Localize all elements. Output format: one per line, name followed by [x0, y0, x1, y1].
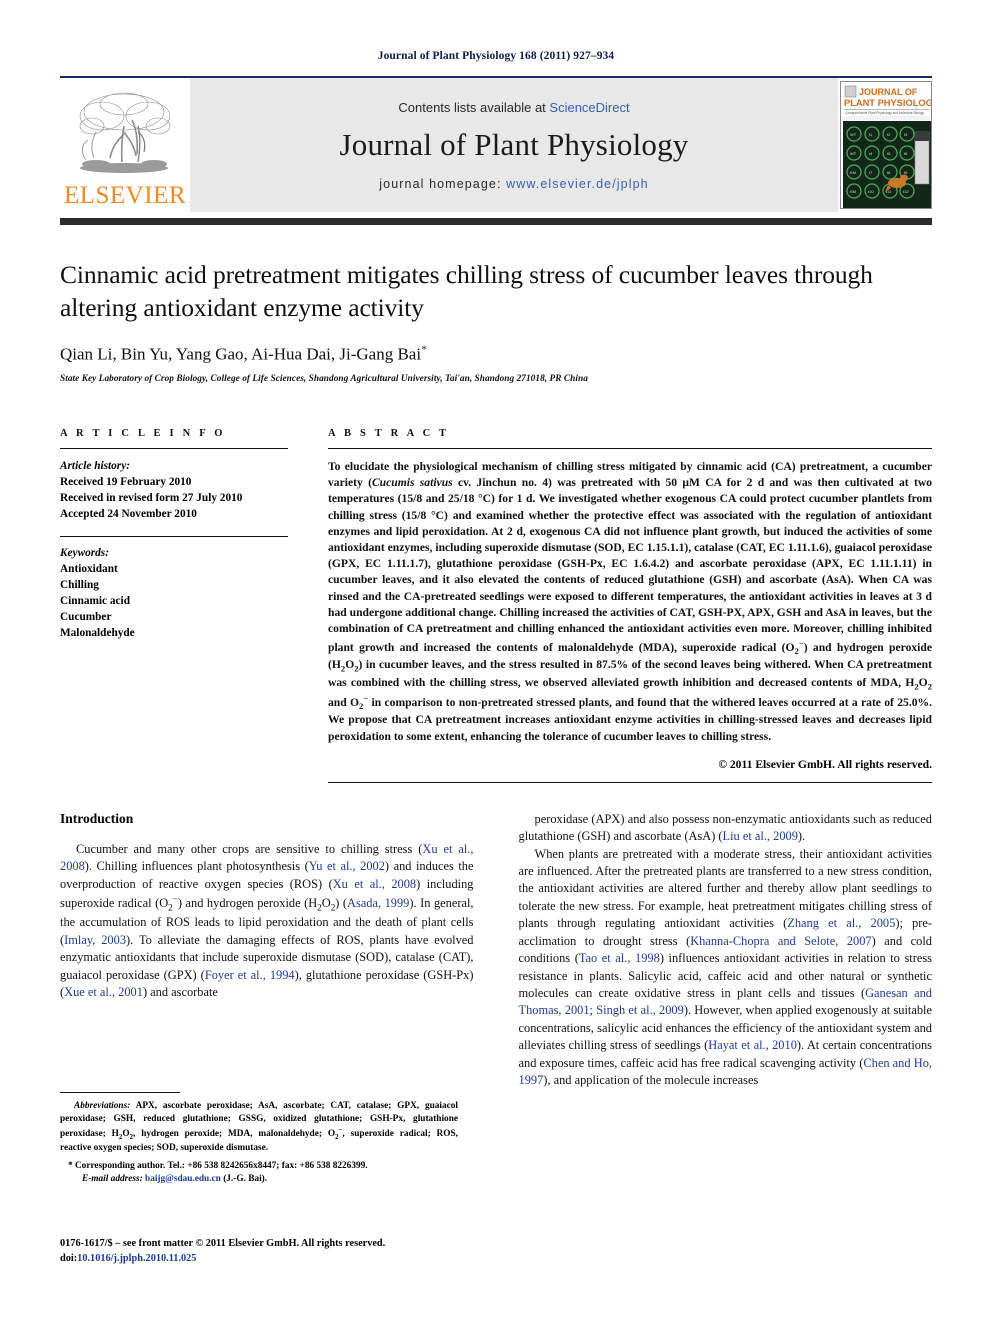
svg-text:t10: t10 [868, 189, 874, 194]
masthead: ELSEVIER Contents lists available at Sci… [60, 78, 932, 212]
page-title: Cinnamic acid pretreatment mitigates chi… [60, 260, 873, 322]
elsevier-tree-icon [79, 92, 171, 173]
running-head: Journal of Plant Physiology 168 (2011) 9… [377, 50, 615, 62]
footnote-block: Abbreviations: APX, ascorbate peroxidase… [60, 1092, 458, 1187]
article-history: Article history: Received 19 February 20… [60, 458, 288, 522]
keywords-rule [60, 536, 288, 538]
paper-page: Journal of Plant Physiology 168 (2011) 9… [0, 0, 992, 1323]
journal-homepage-line: journal homepage: www.elsevier.de/jplph [379, 177, 648, 191]
svg-text:JOURNAL OF: JOURNAL OF [859, 87, 918, 97]
article-info-rule [60, 447, 288, 449]
svg-text:WT: WT [850, 151, 857, 156]
frontmatter-line: 0176-1617/$ – see front matter © 2011 El… [60, 1238, 386, 1249]
homepage-prefix: journal homepage: [379, 176, 507, 191]
cover-artwork-icon: JOURNAL OF PLANT PHYSIOLOGY Comprehensiv… [841, 82, 932, 208]
history-revised: Received in revised form 27 July 2010 [60, 491, 243, 504]
abbreviations-label: Abbreviations: [74, 1101, 131, 1111]
keyword-item: Chilling [60, 579, 99, 592]
title-block: Cinnamic acid pretreatment mitigates chi… [60, 259, 932, 384]
history-received: Received 19 February 2010 [60, 475, 192, 488]
intro-paragraph-right-1: peroxidase (APX) and also possess non-en… [518, 811, 933, 844]
svg-text:Comprehensive Plant Physiology: Comprehensive Plant Physiology and Molec… [845, 111, 924, 115]
doi-label: doi: [60, 1252, 78, 1264]
masthead-bottom-rule [60, 218, 932, 225]
history-accepted: Accepted 24 November 2010 [60, 508, 197, 520]
copyright-notice: © 2011 Elsevier GmbH. All rights reserve… [718, 757, 932, 771]
svg-text:KM: KM [850, 189, 856, 194]
affiliation: State Key Laboratory of Crop Biology, Co… [60, 373, 588, 384]
keyword-item: Cucumber [60, 611, 112, 624]
info-abstract-row: A R T I C L E I N F O Article history: R… [60, 428, 932, 783]
frontmatter-block: 0176-1617/$ – see front matter © 2011 El… [60, 1237, 490, 1266]
sciencedirect-link[interactable]: ScienceDirect [549, 100, 629, 115]
contents-available-line: Contents lists available at ScienceDirec… [398, 100, 629, 115]
journal-title: Journal of Plant Physiology [339, 126, 689, 162]
keywords-label: Keywords: [60, 547, 109, 560]
corresponding-author-note: * Corresponding author. Tel.: +86 538 82… [68, 1160, 368, 1171]
introduction-heading: Introduction [60, 810, 134, 826]
column-right: peroxidase (APX) and also possess non-en… [519, 811, 933, 1090]
svg-text:WT: WT [850, 132, 857, 137]
corresponding-author-marker: * [421, 342, 428, 357]
elsevier-logo: ELSEVIER [60, 78, 190, 212]
article-info-column: A R T I C L E I N F O Article history: R… [60, 428, 288, 783]
doi-link[interactable]: 10.1016/j.jplph.2010.11.025 [77, 1253, 196, 1264]
cover-image: JOURNAL OF PLANT PHYSIOLOGY Comprehensiv… [840, 81, 932, 209]
journal-cover-thumbnail: JOURNAL OF PLANT PHYSIOLOGY Comprehensiv… [838, 78, 932, 212]
email-link[interactable]: baijg@sdau.edu.cn [145, 1174, 221, 1184]
email-address-label: E-mail address: [82, 1174, 143, 1185]
abstract-bottom-rule [328, 781, 932, 783]
article-history-label: Article history: [60, 459, 130, 472]
journal-homepage-link[interactable]: www.elsevier.de/jplph [506, 177, 649, 191]
abstract-rule [328, 447, 932, 449]
footnote-rule [60, 1092, 180, 1093]
abstract-text: To elucidate the physiological mechanism… [328, 459, 933, 743]
elsevier-wordmark: ELSEVIER [63, 182, 187, 209]
keyword-item: Cinnamic acid [60, 595, 130, 608]
abstract-heading: A B S T R A C T [328, 427, 450, 439]
sciencedirect-banner: Contents lists available at ScienceDirec… [190, 78, 838, 212]
svg-text:PLANT PHYSIOLOGY: PLANT PHYSIOLOGY [844, 98, 932, 108]
keyword-item: Malonaldehyde [60, 627, 135, 640]
doi-line: doi:10.1016/j.jplph.2010.11.025 [60, 1252, 490, 1267]
authors-names: Qian Li, Bin Yu, Yang Gao, Ai-Hua Dai, J… [60, 344, 422, 364]
abbreviations-note: Abbreviations: APX, ascorbate peroxidase… [60, 1100, 458, 1155]
author-list: Qian Li, Bin Yu, Yang Gao, Ai-Hua Dai, J… [60, 342, 932, 365]
column-left: Introduction Cucumber and many other cro… [60, 811, 474, 1090]
svg-text:t12: t12 [903, 189, 909, 194]
email-note: E-mail address: baijg@sdau.edu.cn (J.-G.… [60, 1173, 458, 1186]
email-owner: (J.-G. Bai). [223, 1174, 268, 1185]
article-info-heading: A R T I C L E I N F O [60, 427, 226, 439]
abstract-column: A B S T R A C T To elucidate the physiol… [328, 428, 932, 783]
svg-text:KM: KM [850, 170, 856, 175]
keyword-item: Antioxidant [60, 563, 118, 576]
intro-paragraph-left: Cucumber and many other crops are sensit… [60, 841, 474, 1000]
body-columns: Introduction Cucumber and many other cro… [60, 811, 932, 1090]
contents-prefix: Contents lists available at [398, 99, 550, 115]
intro-paragraph-right-2: When plants are pretreated with a modera… [518, 846, 933, 1088]
keywords-list: Keywords: Antioxidant Chilling Cinnamic … [60, 545, 288, 641]
